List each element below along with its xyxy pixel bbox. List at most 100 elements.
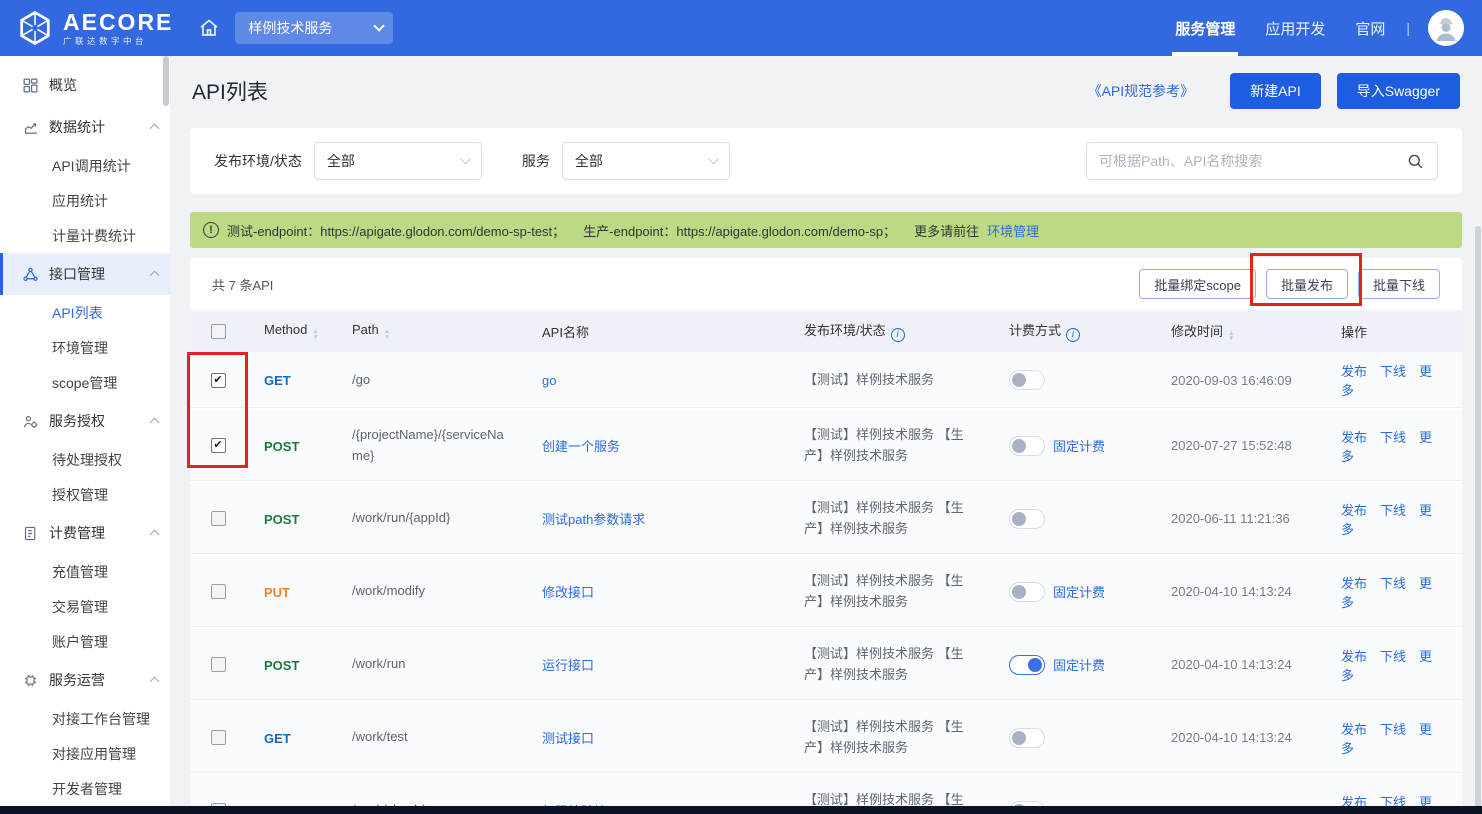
api-spec-reference-link[interactable]: 《API规范参考》 bbox=[1088, 81, 1195, 101]
table-row: PUT /work/modify 修改接口 【测试】样例技术服务 【生产】样例技… bbox=[190, 556, 1462, 629]
publish-action[interactable]: 发布 bbox=[1341, 364, 1367, 379]
sidebar-group-interface-management[interactable]: 接口管理 bbox=[0, 253, 170, 295]
brand-logo[interactable]: AECORE 广联达数字中台 bbox=[0, 9, 191, 47]
sidebar-item-integration-app-management[interactable]: 对接应用管理 bbox=[0, 736, 170, 771]
sidebar-item-pending-auth[interactable]: 待处理授权 bbox=[0, 442, 170, 477]
page-scrollbar-thumb[interactable] bbox=[1475, 226, 1481, 814]
sidebar-scrollbar-thumb[interactable] bbox=[163, 56, 169, 106]
offline-action[interactable]: 下线 bbox=[1380, 722, 1406, 737]
col-billing: 计费方式 bbox=[1009, 323, 1061, 338]
api-name-link[interactable]: 运行接口 bbox=[542, 658, 594, 673]
user-avatar[interactable] bbox=[1428, 10, 1464, 46]
home-icon[interactable] bbox=[197, 16, 221, 40]
offline-action[interactable]: 下线 bbox=[1380, 649, 1406, 664]
sidebar-item-developer-management[interactable]: 开发者管理 bbox=[0, 771, 170, 806]
more-info-text: 更多请前往 bbox=[914, 221, 979, 240]
billing-type-link[interactable]: 固定计费 bbox=[1053, 655, 1105, 674]
publish-action[interactable]: 发布 bbox=[1341, 649, 1367, 664]
sidebar-group-service-auth[interactable]: 服务授权 bbox=[0, 400, 170, 442]
sidebar-item-workbench-management[interactable]: 对接工作台管理 bbox=[0, 701, 170, 736]
info-icon[interactable]: i bbox=[891, 328, 905, 342]
sidebar-label: 账户管理 bbox=[52, 632, 108, 652]
offline-action[interactable]: 下线 bbox=[1380, 503, 1406, 518]
row-checkbox[interactable] bbox=[211, 373, 226, 388]
batch-publish-button[interactable]: 批量发布 bbox=[1266, 269, 1348, 299]
filter-bar: 发布环境/状态 全部 服务 全部 bbox=[190, 128, 1462, 194]
sort-icon[interactable]: ▲▼ bbox=[1228, 331, 1234, 342]
nav-official-site[interactable]: 官网 bbox=[1340, 0, 1400, 56]
sidebar-item-app-stats[interactable]: 应用统计 bbox=[0, 183, 170, 218]
new-api-button[interactable]: 新建API bbox=[1230, 73, 1321, 109]
sidebar-item-api-list[interactable]: API列表 bbox=[0, 295, 170, 330]
sidebar-item-recharge-management[interactable]: 充值管理 bbox=[0, 554, 170, 589]
billing-toggle[interactable] bbox=[1009, 582, 1045, 602]
billing-toggle[interactable] bbox=[1009, 436, 1045, 456]
sidebar-item-overview[interactable]: 概览 bbox=[0, 64, 170, 106]
sidebar-item-metering-stats[interactable]: 计量计费统计 bbox=[0, 218, 170, 253]
bar-chart-icon bbox=[22, 119, 39, 136]
chip-icon bbox=[22, 672, 39, 689]
api-name-link[interactable]: 测试path参数请求 bbox=[542, 512, 645, 527]
search-icon[interactable] bbox=[1406, 152, 1425, 171]
sidebar-label: 对接应用管理 bbox=[52, 744, 136, 764]
sidebar-item-account-management[interactable]: 账户管理 bbox=[0, 624, 170, 659]
batch-offline-button[interactable]: 批量下线 bbox=[1358, 269, 1440, 299]
workspace-select[interactable]: 样例技术服务 bbox=[235, 12, 393, 44]
env-status-text: 【测试】样例技术服务 【生产】样例技术服务 bbox=[786, 425, 991, 465]
env-filter-select[interactable]: 全部 bbox=[314, 142, 482, 180]
api-table-card: 共 7 条API 批量绑定scope 批量发布 批量下线 Method▲▼ Pa… bbox=[190, 258, 1462, 814]
sidebar-group-data-stats[interactable]: 数据统计 bbox=[0, 106, 170, 148]
prod-endpoint-text: 生产-endpoint：https://apigate.glodon.com/d… bbox=[583, 221, 896, 240]
api-name-link[interactable]: 测试接口 bbox=[542, 731, 594, 746]
publish-action[interactable]: 发布 bbox=[1341, 503, 1367, 518]
billing-toggle[interactable] bbox=[1009, 370, 1045, 390]
sidebar-label: 充值管理 bbox=[52, 562, 108, 582]
nav-app-development[interactable]: 应用开发 bbox=[1250, 0, 1340, 56]
api-name-link[interactable]: go bbox=[542, 373, 556, 388]
service-filter-select[interactable]: 全部 bbox=[562, 142, 730, 180]
offline-action[interactable]: 下线 bbox=[1380, 430, 1406, 445]
row-checkbox[interactable] bbox=[211, 657, 226, 672]
api-path: /work/modify bbox=[334, 581, 524, 601]
sort-icon[interactable]: ▲▼ bbox=[384, 329, 390, 340]
api-network-icon bbox=[22, 266, 39, 283]
sidebar-label: 对接工作台管理 bbox=[52, 709, 150, 729]
offline-action[interactable]: 下线 bbox=[1380, 364, 1406, 379]
sidebar-item-transaction-management[interactable]: 交易管理 bbox=[0, 589, 170, 624]
row-checkbox[interactable] bbox=[211, 730, 226, 745]
billing-type-link[interactable]: 固定计费 bbox=[1053, 582, 1105, 601]
sidebar-item-env-management[interactable]: 环境管理 bbox=[0, 330, 170, 365]
toggle-knob-icon bbox=[1028, 658, 1042, 672]
publish-action[interactable]: 发布 bbox=[1341, 576, 1367, 591]
billing-toggle[interactable] bbox=[1009, 509, 1045, 529]
sidebar-group-billing-management[interactable]: 计费管理 bbox=[0, 512, 170, 554]
table-row: POST /work/run/{appId} 测试path参数请求 【测试】样例… bbox=[190, 483, 1462, 556]
billing-type-link[interactable]: 固定计费 bbox=[1053, 436, 1105, 455]
chevron-down-icon bbox=[708, 155, 718, 165]
sidebar-item-api-call-stats[interactable]: API调用统计 bbox=[0, 148, 170, 183]
sidebar-item-scope-management[interactable]: scope管理 bbox=[0, 365, 170, 400]
sidebar-group-service-operation[interactable]: 服务运营 bbox=[0, 659, 170, 701]
publish-action[interactable]: 发布 bbox=[1341, 430, 1367, 445]
billing-toggle[interactable] bbox=[1009, 655, 1045, 675]
chevron-up-icon bbox=[150, 124, 160, 134]
sidebar-item-auth-management[interactable]: 授权管理 bbox=[0, 477, 170, 512]
nav-service-management[interactable]: 服务管理 bbox=[1160, 0, 1250, 56]
select-all-checkbox[interactable] bbox=[211, 324, 226, 339]
billing-toggle[interactable] bbox=[1009, 728, 1045, 748]
publish-action[interactable]: 发布 bbox=[1341, 722, 1367, 737]
sidebar-label: 接口管理 bbox=[49, 264, 141, 284]
sidebar-label: 交易管理 bbox=[52, 597, 108, 617]
search-input[interactable] bbox=[1099, 153, 1406, 169]
import-swagger-button[interactable]: 导入Swagger bbox=[1337, 73, 1460, 109]
row-checkbox[interactable] bbox=[211, 438, 226, 453]
info-icon[interactable]: i bbox=[1066, 328, 1080, 342]
row-checkbox[interactable] bbox=[211, 584, 226, 599]
offline-action[interactable]: 下线 bbox=[1380, 576, 1406, 591]
batch-bind-scope-button[interactable]: 批量绑定scope bbox=[1139, 269, 1256, 299]
row-checkbox[interactable] bbox=[211, 511, 226, 526]
env-management-link[interactable]: 环境管理 bbox=[987, 221, 1039, 240]
sort-icon[interactable]: ▲▼ bbox=[312, 329, 318, 340]
api-name-link[interactable]: 创建一个服务 bbox=[542, 439, 620, 454]
api-name-link[interactable]: 修改接口 bbox=[542, 585, 594, 600]
